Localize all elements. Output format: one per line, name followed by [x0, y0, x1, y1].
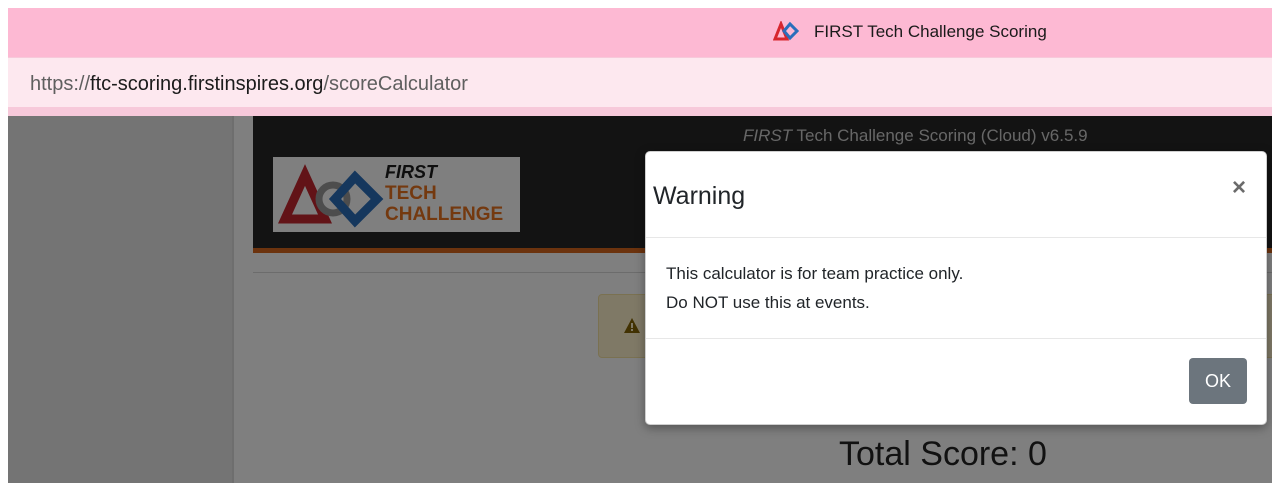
ftc-logo-favicon-icon [772, 19, 800, 41]
browser-tab-title[interactable]: FIRST Tech Challenge Scoring [814, 22, 1047, 42]
chrome-separator [8, 107, 1272, 116]
ok-button[interactable]: OK [1189, 358, 1247, 404]
address-bar[interactable]: https://ftc-scoring.firstinspires.org/sc… [8, 57, 1272, 108]
close-icon[interactable]: × [1226, 174, 1252, 202]
url-text[interactable]: https://ftc-scoring.firstinspires.org/sc… [30, 73, 468, 96]
url-path: /scoreCalculator [323, 73, 468, 95]
browser-tab-bar: FIRST Tech Challenge Scoring [8, 8, 1272, 57]
modal-body: This calculator is for team practice onl… [646, 238, 1266, 339]
modal-title: Warning [653, 182, 746, 210]
modal-header: Warning × [646, 152, 1266, 238]
url-host: ftc-scoring.firstinspires.org [90, 73, 324, 95]
modal-body-line: This calculator is for team practice onl… [666, 264, 964, 283]
url-scheme: https:// [30, 73, 91, 95]
warning-modal: Warning × This calculator is for team pr… [645, 151, 1267, 425]
modal-body-line: Do NOT use this at events. [666, 293, 870, 312]
